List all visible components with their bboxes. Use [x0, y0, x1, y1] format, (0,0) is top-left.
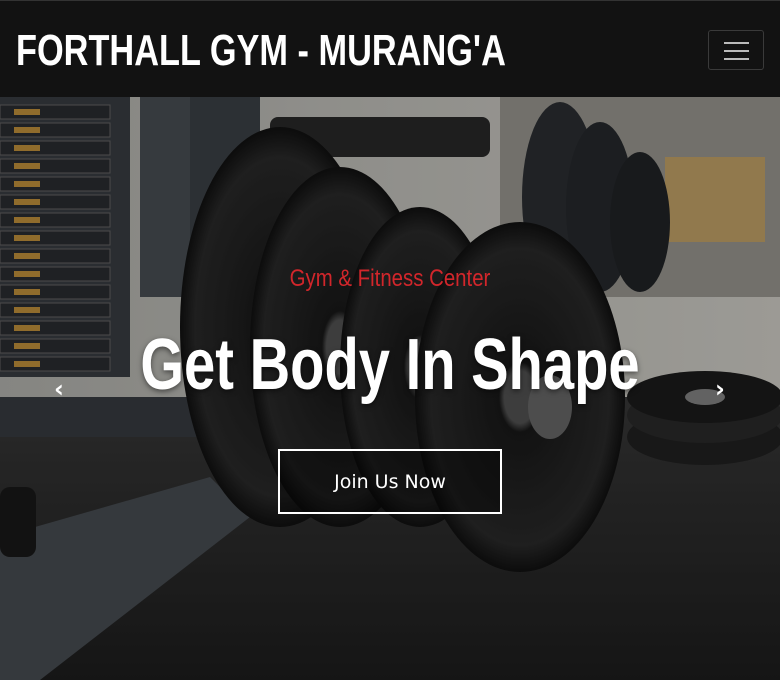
- brand-title[interactable]: FORTHALL GYM - MURANG'A: [16, 25, 506, 77]
- chevron-right-icon: ›: [715, 375, 725, 403]
- hero-kicker: Gym & Fitness Center: [289, 265, 491, 292]
- carousel-next-button[interactable]: ›: [708, 377, 732, 401]
- navbar: FORTHALL GYM - MURANG'A: [0, 0, 780, 97]
- hamburger-menu-icon-bar: [724, 50, 749, 52]
- join-us-button[interactable]: Join Us Now: [278, 449, 502, 514]
- hamburger-menu-icon-bar: [724, 58, 749, 60]
- hero-headline: Get Body In Shape: [140, 325, 640, 405]
- hamburger-menu-icon: [724, 42, 749, 44]
- chevron-left-icon: ‹: [54, 375, 64, 403]
- menu-toggle-button[interactable]: [708, 30, 764, 70]
- carousel-prev-button[interactable]: ‹: [47, 377, 71, 401]
- hero-carousel: Gym & Fitness Center Get Body In Shape J…: [0, 97, 780, 680]
